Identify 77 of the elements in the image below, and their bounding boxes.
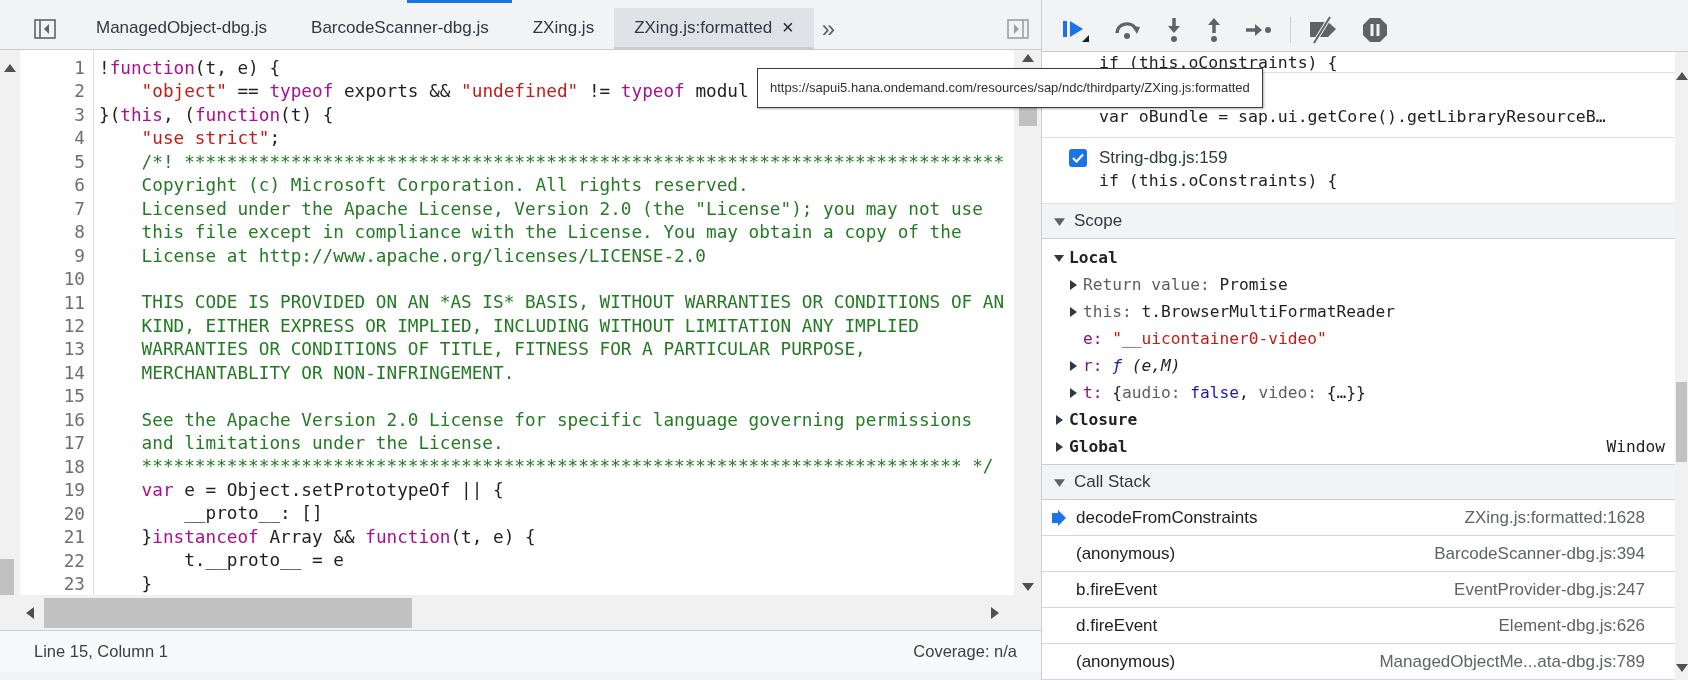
code-line: and limitations under the License. xyxy=(140,432,504,455)
line-number: 3 xyxy=(73,103,85,127)
more-tabs-button[interactable]: » xyxy=(813,8,844,49)
code-line: }instanceof Array && function(t, e) { xyxy=(140,525,536,549)
file-tab[interactable]: BarcodeScanner-dbg.js xyxy=(287,8,509,49)
cursor-position: Line 15, Column 1 xyxy=(34,642,168,661)
call-frame-name[interactable]: decodeFromConstraints xyxy=(1076,507,1258,528)
line-number: 2 xyxy=(73,80,85,104)
line-number: 19 xyxy=(62,479,85,503)
line-number: 1 xyxy=(73,57,85,80)
scope-group[interactable]: Local xyxy=(1069,248,1118,267)
line-number: 11 xyxy=(62,291,85,315)
scope-variable[interactable]: Return value: Promise xyxy=(1083,275,1288,294)
breakpoint-code: var oBundle = sap.ui.getCore().getLibraryResourceB… xyxy=(1099,106,1606,128)
code-line: MERCHANTABLITY OR NON-INFRINGEMENT. xyxy=(140,361,515,385)
code-line: THIS CODE IS PROVIDED ON AN *AS IS* BASIS, WITHOUT WARRANTIES OR CONDITIONS OF AN xyxy=(140,291,1005,315)
code-line: License at http://www.apache.org/licenses/LICENSE-2.0 xyxy=(140,244,706,268)
scope-variable[interactable]: t: {audio: false, video: {…}} xyxy=(1083,383,1366,402)
code-line: __proto__: [] xyxy=(183,502,323,526)
line-number: 21 xyxy=(62,526,85,550)
scope-variable[interactable]: r: ƒ (e,M) xyxy=(1083,356,1181,375)
code-line: } xyxy=(140,572,153,595)
file-tab[interactable]: ZXing.js xyxy=(508,8,615,49)
line-number: 4 xyxy=(73,127,85,151)
scope-value: Window xyxy=(1606,437,1665,456)
line-number: 20 xyxy=(62,502,85,526)
line-number: 6 xyxy=(73,174,85,198)
call-stack-section-header[interactable]: Call Stack xyxy=(1042,465,1675,500)
code-line: Copyright (c) Microsoft Corporation. All rights reserved. xyxy=(140,174,749,198)
scope-variable[interactable]: this: t.BrowserMultiFormatReader xyxy=(1083,302,1395,321)
line-number: 15 xyxy=(62,385,85,409)
scope-variable[interactable]: e: "__uicontainer0-video" xyxy=(1083,329,1327,348)
line-number: 16 xyxy=(62,408,85,432)
line-number: 5 xyxy=(73,150,85,174)
code-line: var e = Object.setPrototypeOf || { xyxy=(140,478,504,502)
breakpoint-location: String-dbg.js:159 xyxy=(1099,148,1228,168)
call-frame-name[interactable]: (anonymous) xyxy=(1076,651,1176,672)
line-number: 23 xyxy=(62,572,85,596)
breakpoint-code: if (this.oConstraints) { xyxy=(1099,170,1338,192)
call-frame-location[interactable]: ManagedObjectMe...ata-dbg.js:789 xyxy=(1379,651,1645,672)
line-number: 7 xyxy=(73,197,85,221)
line-number: 18 xyxy=(62,455,85,479)
call-frame-location[interactable]: Element-dbg.js:626 xyxy=(1498,615,1645,636)
code-line: !function(t, e) { xyxy=(99,57,281,80)
code-line: t.__proto__ = e xyxy=(183,549,344,573)
close-icon[interactable]: × xyxy=(782,16,794,39)
call-frame-name[interactable]: b.fireEvent xyxy=(1076,579,1158,600)
call-frame-location[interactable]: ZXing.js:formatted:1628 xyxy=(1464,507,1645,528)
call-frame-name[interactable]: d.fireEvent xyxy=(1076,615,1158,636)
call-frame-name[interactable]: (anonymous) xyxy=(1076,543,1176,564)
code-line: "object" == typeof exports && "undefined" != typeof modul xyxy=(140,80,749,104)
call-frame-location[interactable]: BarcodeScanner-dbg.js:394 xyxy=(1434,543,1645,564)
code-line: KIND, EITHER EXPRESS OR IMPLIED, INCLUDING WITHOUT LIMITATION ANY IMPLIED xyxy=(140,314,919,338)
call-frame-location[interactable]: EventProvider-dbg.js:247 xyxy=(1454,579,1645,600)
code-line: this file except in compliance with the License. You may obtain a copy of the xyxy=(140,221,962,245)
code-line: Licensed under the Apache License, Version 2.0 (the "License"); you may not use xyxy=(140,197,983,221)
scope-section-header[interactable]: Scope xyxy=(1042,204,1675,239)
code-line: /*! ***************************************************************************** xyxy=(140,150,1005,174)
line-number: 9 xyxy=(73,244,85,268)
scope-group[interactable]: Closure xyxy=(1069,410,1138,429)
code-line: See the Apache Version 2.0 License for specific language governing permissions xyxy=(140,408,973,432)
line-number: 13 xyxy=(62,338,85,362)
file-tab[interactable]: ManagedObject-dbg.js xyxy=(72,8,288,49)
line-number: 17 xyxy=(62,432,85,456)
code-line: ***************************************************************************** */ xyxy=(140,455,994,479)
line-number: 22 xyxy=(62,549,85,573)
line-number: 12 xyxy=(62,315,85,338)
line-number: 8 xyxy=(73,221,85,245)
coverage-status: Coverage: n/a xyxy=(913,642,1017,661)
code-line: WARRANTIES OR CONDITIONS OF TITLE, FITNESS FOR A PARTICULAR PURPOSE, xyxy=(140,338,866,362)
code-line: }(this, (function(t) { xyxy=(99,103,334,127)
line-number: 14 xyxy=(62,361,85,385)
line-number: 10 xyxy=(62,268,85,292)
scope-group[interactable]: Global xyxy=(1069,437,1128,456)
code-line: "use strict"; xyxy=(140,127,281,151)
url-tooltip: https://sapui5.hana.ondemand.com/resources/sap/ndc/thirdparty/ZXing.js:formatted xyxy=(757,68,1263,108)
file-tab[interactable]: ZXing.js:formatted × xyxy=(614,8,814,49)
